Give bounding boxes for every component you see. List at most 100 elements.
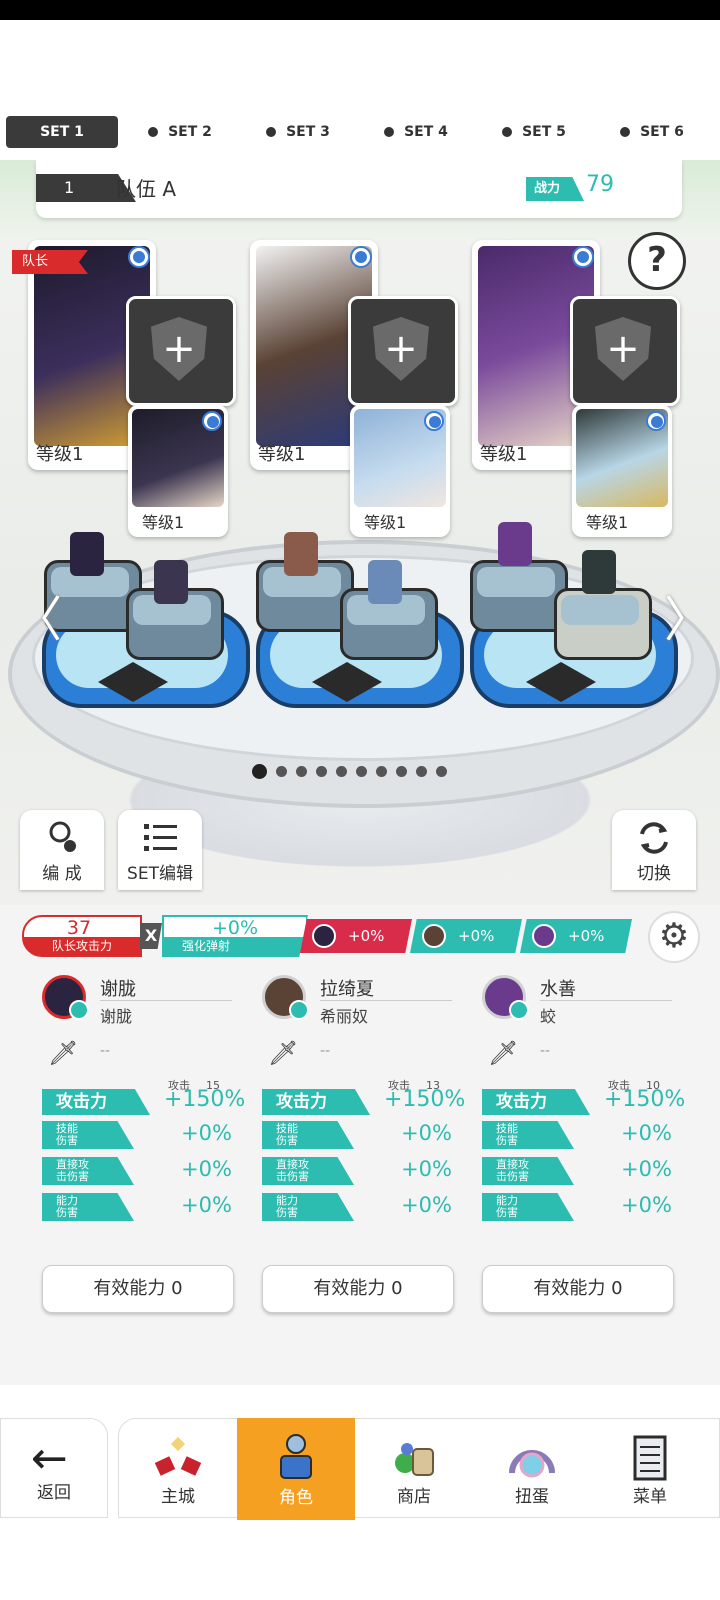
gacha-icon: [509, 1450, 555, 1478]
page-dot[interactable]: [296, 766, 307, 777]
page-dot[interactable]: [276, 766, 287, 777]
tab-set-5[interactable]: SET 5: [478, 116, 590, 148]
upgrade-icon: [289, 1000, 309, 1020]
hero-bonus-1: +0%: [300, 919, 412, 953]
stat-row: 技能 伤害 +0%: [262, 1121, 452, 1151]
hero-sprite[interactable]: [582, 550, 616, 594]
pedestal: [554, 588, 652, 660]
stat-value: +0%: [621, 1121, 672, 1145]
tab-set-2[interactable]: SET 2: [124, 116, 236, 148]
stat-value: +0%: [401, 1193, 452, 1217]
menu-icon: [633, 1435, 667, 1481]
sub-hero-level: 等级1: [142, 513, 185, 532]
tab-set-3[interactable]: SET 3: [242, 116, 354, 148]
bottom-nav: ← 返回 主城 角色 商店 扭蛋 菜单: [0, 1418, 720, 1520]
hero-face-icon: [422, 924, 446, 948]
attack-value: +150%: [604, 1087, 686, 1112]
hero-bonus-value: +0%: [458, 927, 495, 945]
enhance-box: +0% 强化弹射: [162, 915, 308, 957]
tab-set-1[interactable]: SET 1: [6, 116, 118, 148]
sub-hero-card[interactable]: 等级1: [350, 405, 450, 537]
back-button[interactable]: ← 返回: [0, 1418, 108, 1518]
stat-label: 直接攻 击伤害: [262, 1157, 354, 1185]
town-icon: [154, 1436, 202, 1476]
sword-icon: 🗡: [48, 1039, 79, 1067]
hero-avatar[interactable]: [262, 975, 309, 1020]
tab-set-6[interactable]: SET 6: [596, 116, 708, 148]
hero-sprite[interactable]: [284, 532, 318, 576]
page-dot[interactable]: [416, 766, 427, 777]
hero-sprite[interactable]: [498, 522, 532, 566]
select-indicator-icon[interactable]: [350, 246, 372, 268]
nav-item-character[interactable]: 角色: [237, 1418, 355, 1520]
select-indicator-icon[interactable]: [424, 411, 444, 431]
attack-row: 攻击力 攻击 13 +150%: [262, 1079, 465, 1115]
stat-value: +0%: [621, 1157, 672, 1181]
stat-label: 直接攻 击伤害: [42, 1157, 134, 1185]
hero-subname: 谢胧: [100, 1007, 133, 1026]
hero-face-icon: [312, 924, 336, 948]
nav-item-shop[interactable]: 商店: [355, 1419, 473, 1519]
stat-row: 能力 伤害 +0%: [482, 1193, 672, 1223]
tab-dot-icon: [384, 127, 395, 137]
attack-label: 攻击力: [482, 1089, 590, 1115]
hero-avatar[interactable]: [482, 975, 529, 1020]
set-edit-button[interactable]: SET编辑: [118, 810, 202, 890]
back-arrow-icon: ←: [31, 1433, 68, 1484]
effective-ability-button[interactable]: 有效能力 0: [262, 1265, 454, 1313]
prev-arrow-icon[interactable]: 〈: [14, 580, 62, 650]
equip-slot[interactable]: +: [570, 296, 680, 406]
page-dot[interactable]: [336, 766, 347, 777]
hero-card-3[interactable]: 等级1 + 等级1: [472, 240, 680, 537]
team-header[interactable]: 1 队伍 A 战力 79: [36, 160, 682, 218]
page-dot[interactable]: [252, 764, 267, 779]
select-indicator-icon[interactable]: [128, 246, 150, 268]
effective-ability-button[interactable]: 有效能力 0: [42, 1265, 234, 1313]
sub-hero-level: 等级1: [586, 513, 629, 532]
tab-set-4[interactable]: SET 4: [360, 116, 472, 148]
tab-dot-icon: [502, 127, 513, 137]
sub-hero-card[interactable]: 等级1: [128, 405, 228, 537]
gear-icon[interactable]: ⚙: [648, 911, 700, 963]
help-button[interactable]: ?: [628, 232, 686, 290]
nav-bar: 主城 角色 商店 扭蛋 菜单: [118, 1418, 720, 1520]
shop-icon: [395, 1443, 434, 1476]
hero-sprite[interactable]: [368, 560, 402, 604]
stat-row: 直接攻 击伤害 +0%: [482, 1157, 672, 1187]
power-label: 战力: [526, 177, 584, 201]
page-dot[interactable]: [376, 766, 387, 777]
nav-item-gacha[interactable]: 扭蛋: [473, 1419, 591, 1519]
sub-hero-card[interactable]: 等级1: [572, 405, 672, 537]
page-indicator: [252, 764, 447, 779]
nav-item-menu[interactable]: 菜单: [591, 1419, 709, 1519]
hero-sprite[interactable]: [70, 532, 104, 576]
page-dot[interactable]: [356, 766, 367, 777]
stat-label: 技能 伤害: [262, 1121, 354, 1149]
tab-dot-icon: [266, 127, 277, 137]
select-indicator-icon[interactable]: [646, 411, 666, 431]
select-indicator-icon[interactable]: [202, 411, 222, 431]
next-arrow-icon[interactable]: 〉: [664, 580, 712, 650]
page-dot[interactable]: [436, 766, 447, 777]
switch-button[interactable]: 切换: [612, 810, 696, 890]
multiply-icon: X: [140, 923, 162, 949]
leader-attack-label: 队长攻击力: [24, 937, 140, 955]
effective-ability-button[interactable]: 有效能力 0: [482, 1265, 674, 1313]
stat-row: 直接攻 击伤害 +0%: [42, 1157, 232, 1187]
hero-avatar[interactable]: [42, 975, 89, 1020]
equip-slot[interactable]: +: [126, 296, 236, 406]
compose-button[interactable]: 编 成: [20, 810, 104, 890]
plus-icon: +: [162, 326, 196, 372]
hero-card-1[interactable]: 等级1 队长 + 等级1: [12, 240, 236, 537]
hero-card-2[interactable]: 等级1 + 等级1: [250, 240, 458, 537]
plus-icon: +: [606, 326, 640, 372]
page-dot[interactable]: [316, 766, 327, 777]
status-bar: [0, 0, 720, 20]
equip-value: --: [100, 1043, 111, 1059]
hero-sprite[interactable]: [154, 560, 188, 604]
equip-slot[interactable]: +: [348, 296, 458, 406]
select-indicator-icon[interactable]: [572, 246, 594, 268]
nav-item-town[interactable]: 主城: [119, 1419, 237, 1519]
tab-dot-icon: [620, 127, 631, 137]
page-dot[interactable]: [396, 766, 407, 777]
